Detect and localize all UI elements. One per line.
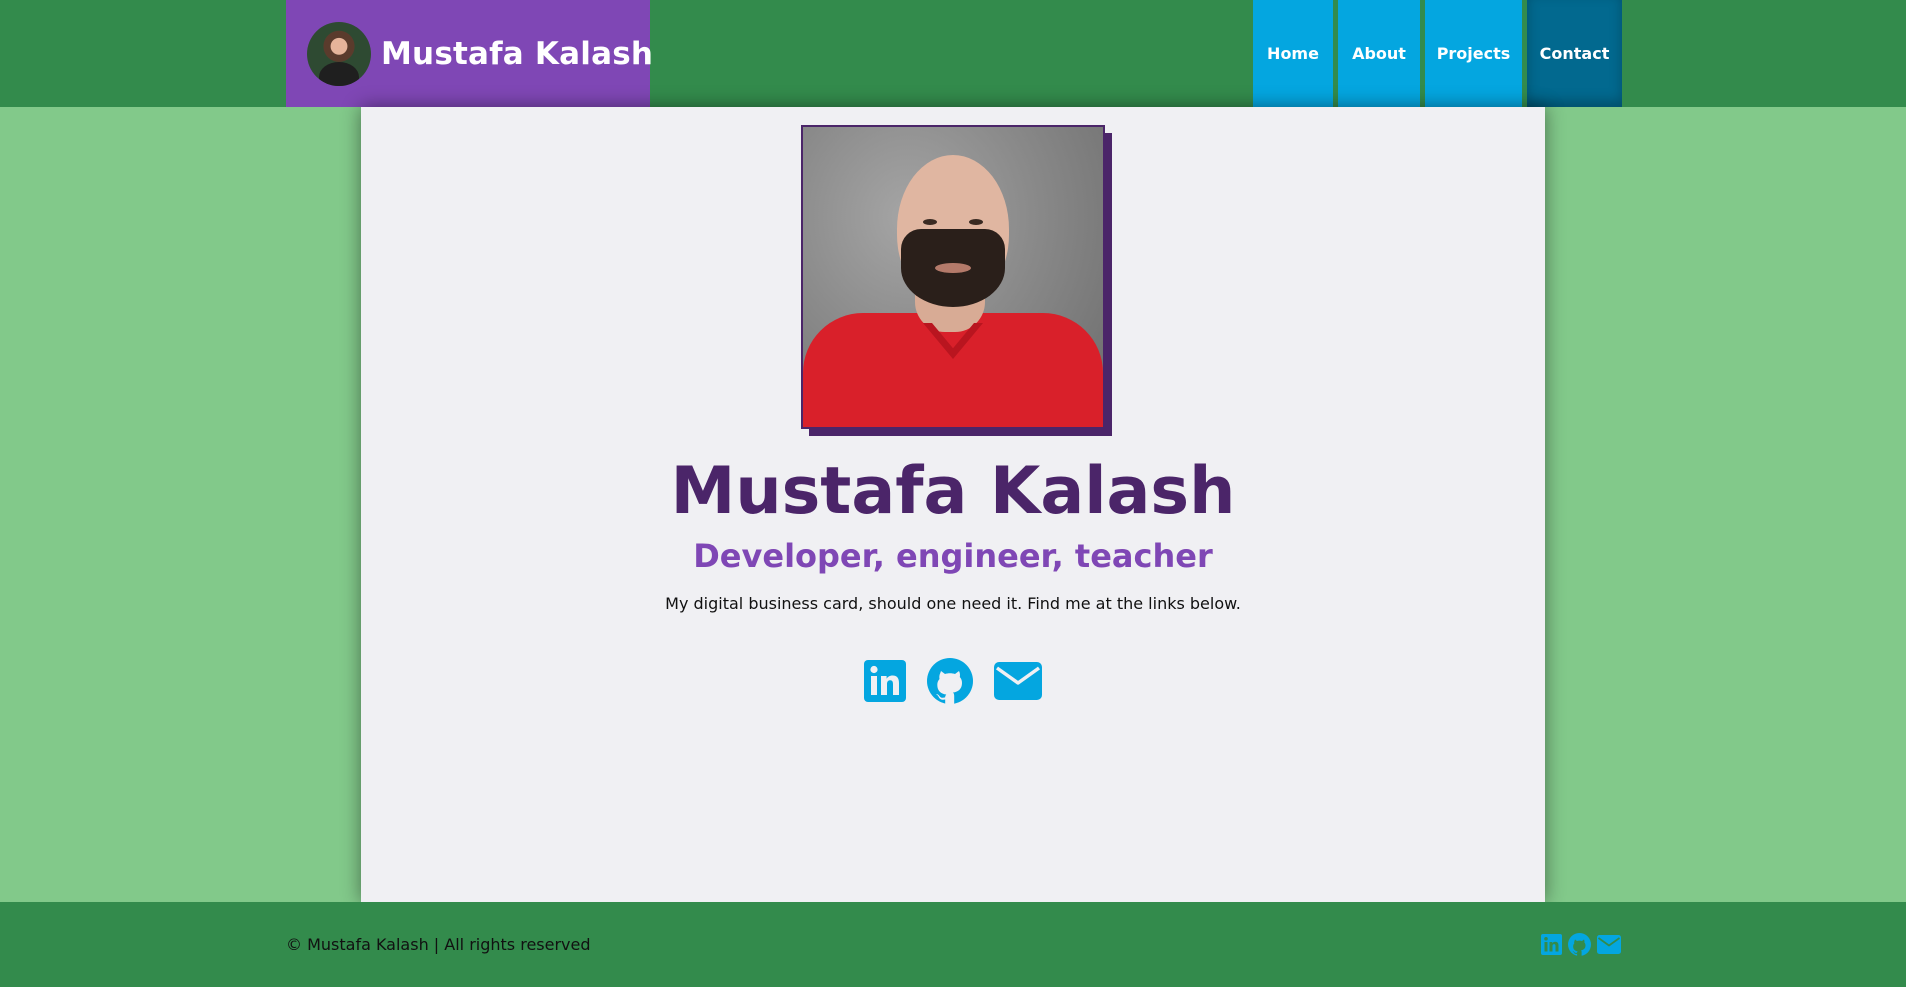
portrait-photo xyxy=(801,125,1105,429)
nav-about[interactable]: About xyxy=(1338,0,1420,107)
copyright-text: © Mustafa Kalash | All rights reserved xyxy=(286,935,591,954)
footer-email-link[interactable] xyxy=(1597,934,1621,958)
main-nav: Home About Projects Contact xyxy=(1253,0,1622,107)
brand-avatar xyxy=(307,21,371,86)
nav-contact[interactable]: Contact xyxy=(1527,0,1622,107)
github-icon xyxy=(1568,932,1591,956)
portrait-frame xyxy=(801,125,1112,436)
business-card: Mustafa Kalash Developer, engineer, teac… xyxy=(361,107,1545,902)
brand-link[interactable]: Mustafa Kalash xyxy=(286,0,654,107)
github-icon xyxy=(927,658,973,704)
nav-home[interactable]: Home xyxy=(1253,0,1333,107)
email-icon xyxy=(1597,934,1621,954)
github-link[interactable] xyxy=(927,658,973,708)
footer-social-links xyxy=(1541,932,1621,960)
intro-text: My digital business card, should one nee… xyxy=(665,594,1241,613)
email-link[interactable] xyxy=(994,662,1042,704)
site-footer: © Mustafa Kalash | All rights reserved xyxy=(0,902,1906,987)
linkedin-icon xyxy=(1541,933,1562,955)
footer-github-link[interactable] xyxy=(1568,932,1591,960)
page-title: Mustafa Kalash xyxy=(670,454,1236,529)
nav-projects[interactable]: Projects xyxy=(1425,0,1522,107)
social-links xyxy=(864,658,1042,708)
brand-name: Mustafa Kalash xyxy=(381,35,654,72)
footer-linkedin-link[interactable] xyxy=(1541,933,1562,959)
linkedin-link[interactable] xyxy=(864,660,906,706)
site-header: Mustafa Kalash Home About Projects Conta… xyxy=(0,0,1906,107)
linkedin-icon xyxy=(864,660,906,702)
email-icon xyxy=(994,662,1042,700)
tagline: Developer, engineer, teacher xyxy=(693,537,1213,575)
